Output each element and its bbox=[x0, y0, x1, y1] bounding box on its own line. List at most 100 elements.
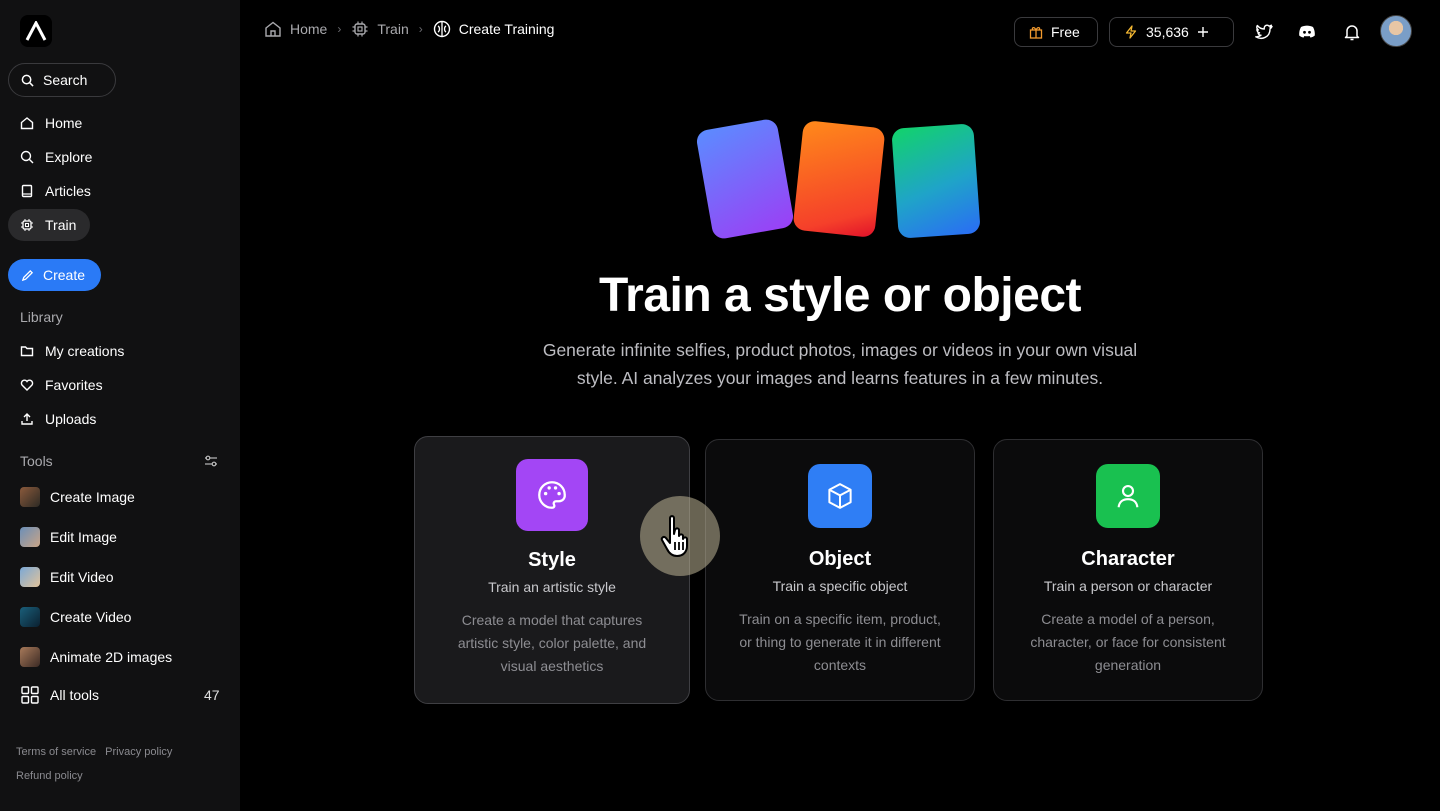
search-icon bbox=[21, 74, 34, 87]
tool-animate-2d[interactable]: Animate 2D images bbox=[20, 645, 172, 669]
sidebar-item-label: Uploads bbox=[45, 411, 97, 427]
folder-icon bbox=[20, 346, 34, 357]
chevron-right-icon: › bbox=[418, 22, 423, 36]
search-button[interactable]: Search bbox=[8, 63, 116, 97]
art-card-green bbox=[891, 123, 981, 239]
sidebar-item-label: Favorites bbox=[45, 377, 103, 393]
create-button[interactable]: Create bbox=[8, 259, 101, 291]
breadcrumb-home[interactable]: Home bbox=[264, 20, 327, 38]
search-icon bbox=[20, 150, 34, 164]
sidebar-item-label: Home bbox=[45, 115, 83, 131]
sidebar-item-label: Articles bbox=[45, 183, 91, 199]
hero-illustration bbox=[690, 117, 990, 248]
sidebar-item-uploads[interactable]: Uploads bbox=[8, 403, 96, 435]
sidebar-item-train[interactable]: Train bbox=[8, 209, 90, 241]
sidebar-item-my-creations[interactable]: My creations bbox=[8, 335, 124, 367]
pointer-cursor-icon bbox=[640, 496, 720, 576]
tool-label: Edit Image bbox=[50, 529, 117, 545]
option-title: Character bbox=[1081, 548, 1175, 570]
sidebar-item-label: My creations bbox=[45, 343, 125, 359]
page-subtitle: Generate infinite selfies, product photo… bbox=[542, 340, 1138, 388]
option-description: Train on a specific item, product, or th… bbox=[739, 611, 941, 673]
credits-value: 35,636 bbox=[1146, 24, 1189, 40]
tool-label: Create Video bbox=[50, 609, 132, 625]
sidebar-item-explore[interactable]: Explore bbox=[8, 141, 92, 173]
option-description: Create a model that captures artistic st… bbox=[457, 612, 647, 674]
plan-button[interactable]: Free bbox=[1014, 17, 1098, 47]
gift-icon bbox=[1029, 27, 1043, 39]
tool-all-tools[interactable]: All tools bbox=[20, 683, 99, 707]
upload-icon bbox=[21, 413, 33, 425]
footer-links: Terms of service Privacy policy Refund p… bbox=[16, 740, 226, 788]
breadcrumb-label: Train bbox=[377, 21, 409, 37]
tool-create-image[interactable]: Create Image bbox=[20, 485, 135, 509]
pencil-icon bbox=[21, 269, 34, 281]
app-root: Search Home Explore Articles Train Creat… bbox=[0, 0, 1440, 811]
avatar[interactable] bbox=[1380, 15, 1412, 47]
logo-icon[interactable] bbox=[20, 15, 52, 47]
tool-label: Create Image bbox=[50, 489, 135, 505]
chip-icon bbox=[21, 219, 33, 231]
tool-create-video[interactable]: Create Video bbox=[20, 605, 131, 629]
grid-icon bbox=[21, 686, 39, 704]
sliders-icon[interactable] bbox=[204, 454, 218, 468]
home-icon bbox=[20, 117, 34, 130]
tool-edit-video[interactable]: Edit Video bbox=[20, 565, 114, 589]
book-icon bbox=[21, 184, 33, 198]
plus-icon bbox=[1197, 27, 1208, 37]
tool-edit-image[interactable]: Edit Image bbox=[20, 525, 117, 549]
search-label: Search bbox=[43, 72, 88, 88]
option-title: Object bbox=[808, 548, 872, 570]
option-card-character[interactable]: Character Train a person or character Cr… bbox=[993, 439, 1263, 701]
home-icon bbox=[265, 21, 281, 37]
page-title: Train a style or object bbox=[599, 269, 1082, 322]
breadcrumb: Home › Train › Create Training bbox=[264, 20, 554, 38]
refund-link[interactable]: Refund policy bbox=[16, 770, 83, 782]
option-description: Create a model of a person, character, o… bbox=[1030, 611, 1226, 673]
terms-link[interactable]: Terms of service bbox=[16, 746, 96, 758]
bolt-icon bbox=[1125, 25, 1137, 39]
sidebar: Search Home Explore Articles Train Creat… bbox=[0, 0, 240, 811]
tool-label: Animate 2D images bbox=[50, 649, 173, 665]
library-heading: Library bbox=[20, 309, 63, 325]
art-card-blue bbox=[695, 117, 795, 241]
tool-thumbnail bbox=[20, 647, 40, 667]
sidebar-item-home[interactable]: Home bbox=[8, 107, 82, 139]
brain-icon bbox=[433, 20, 450, 38]
sidebar-item-label: Train bbox=[45, 217, 77, 233]
breadcrumb-train[interactable]: Train bbox=[351, 20, 409, 38]
tool-thumbnail bbox=[20, 487, 40, 507]
chevron-right-icon: › bbox=[337, 22, 342, 36]
sidebar-item-articles[interactable]: Articles bbox=[8, 175, 91, 207]
breadcrumb-create-training: Create Training bbox=[433, 20, 555, 38]
create-label: Create bbox=[43, 267, 86, 283]
tool-label: All tools bbox=[50, 687, 100, 703]
credits-button[interactable]: 35,636 bbox=[1109, 17, 1234, 47]
heart-icon bbox=[20, 379, 34, 391]
discord-icon[interactable] bbox=[1297, 22, 1317, 42]
sidebar-item-label: Explore bbox=[45, 149, 93, 165]
option-subtitle: Train a specific object bbox=[772, 578, 908, 594]
breadcrumb-label: Home bbox=[290, 21, 328, 37]
tools-count-badge: 47 bbox=[204, 687, 220, 703]
tool-thumbnail bbox=[20, 527, 40, 547]
breadcrumb-label: Create Training bbox=[458, 21, 555, 37]
tool-thumbnail bbox=[20, 567, 40, 587]
option-subtitle: Train an artistic style bbox=[488, 579, 616, 595]
chip-icon bbox=[352, 21, 368, 37]
option-card-object[interactable]: Object Train a specific object Train on … bbox=[705, 439, 975, 701]
option-subtitle: Train a person or character bbox=[1043, 578, 1213, 594]
art-card-orange bbox=[792, 120, 886, 238]
plan-label: Free bbox=[1051, 24, 1080, 40]
option-card-style[interactable]: Style Train an artistic style Create a m… bbox=[414, 436, 690, 704]
sidebar-item-favorites[interactable]: Favorites bbox=[8, 369, 103, 401]
cube-icon bbox=[808, 464, 872, 528]
tool-thumbnail bbox=[20, 607, 40, 627]
bell-icon[interactable] bbox=[1342, 22, 1362, 42]
privacy-link[interactable]: Privacy policy bbox=[105, 746, 172, 758]
palette-icon bbox=[516, 459, 588, 531]
tool-label: Edit Video bbox=[50, 569, 114, 585]
twitter-icon[interactable] bbox=[1254, 22, 1274, 42]
user-icon bbox=[1096, 464, 1160, 528]
tools-heading: Tools bbox=[20, 453, 53, 469]
